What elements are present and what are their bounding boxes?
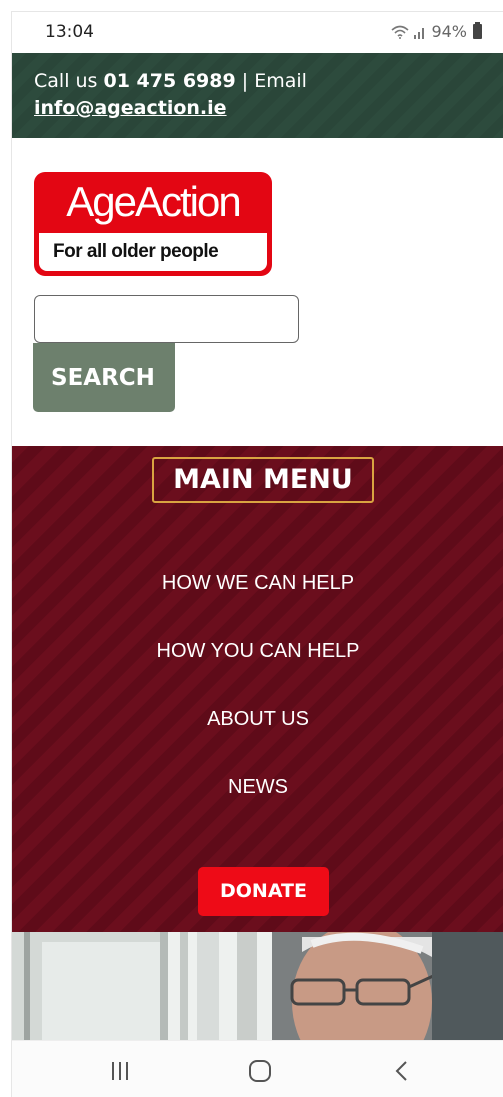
android-nav-bar bbox=[12, 1040, 503, 1097]
battery-percent: 94% bbox=[431, 22, 467, 41]
battery-icon bbox=[473, 22, 482, 39]
status-indicators: 94% bbox=[391, 22, 482, 41]
search-button[interactable]: SEARCH bbox=[33, 343, 175, 412]
main-menu-title[interactable]: MAIN MENU bbox=[152, 457, 374, 503]
donate-button[interactable]: DONATE bbox=[198, 867, 329, 916]
ageaction-logo[interactable]: AgeAction For all older people bbox=[34, 172, 272, 276]
search-input[interactable] bbox=[34, 295, 299, 343]
menu-item-about-us[interactable]: ABOUT US bbox=[12, 708, 503, 731]
home-icon[interactable] bbox=[240, 1059, 280, 1083]
menu-item-how-we-can-help[interactable]: HOW WE CAN HELP bbox=[12, 572, 503, 595]
back-icon[interactable] bbox=[382, 1059, 422, 1083]
phone-screen: 13:04 94% Call us 01 475 6989 | Email in… bbox=[11, 11, 503, 1097]
logo-tagline: For all older people bbox=[39, 233, 267, 271]
call-label: Call us bbox=[34, 70, 104, 92]
menu-item-news[interactable]: NEWS bbox=[12, 776, 503, 799]
recent-apps-icon[interactable] bbox=[100, 1059, 140, 1083]
menu-item-how-you-can-help[interactable]: HOW YOU CAN HELP bbox=[12, 640, 503, 663]
email-link[interactable]: info@ageaction.ie bbox=[34, 97, 227, 119]
email-label: | Email bbox=[235, 70, 307, 92]
hero-photo bbox=[12, 932, 503, 1042]
contact-bar: Call us 01 475 6989 | Email info@ageacti… bbox=[12, 53, 503, 138]
logo-name: AgeAction bbox=[66, 178, 241, 225]
older-man-image bbox=[12, 932, 503, 1042]
main-menu: MAIN MENU HOW WE CAN HELP HOW YOU CAN HE… bbox=[12, 446, 503, 932]
phone-number[interactable]: 01 475 6989 bbox=[104, 70, 236, 92]
status-bar: 13:04 94% bbox=[12, 12, 503, 53]
signal-icon bbox=[414, 27, 425, 39]
status-time: 13:04 bbox=[45, 22, 94, 42]
wifi-icon bbox=[391, 25, 409, 39]
